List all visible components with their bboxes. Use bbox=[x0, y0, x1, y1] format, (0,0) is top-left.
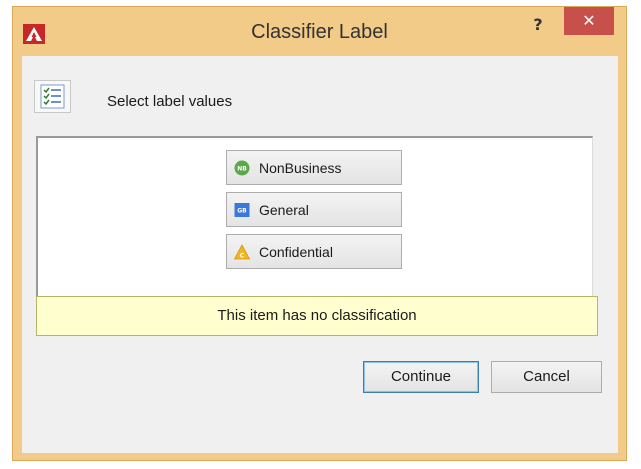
continue-button[interactable]: Continue bbox=[363, 361, 479, 393]
label-button-confidential[interactable]: C Confidential bbox=[226, 234, 402, 269]
checklist-icon bbox=[34, 80, 71, 113]
dialog-body: Select label values NB NonBusiness GB Ge… bbox=[22, 56, 618, 453]
label-name: Confidential bbox=[259, 244, 333, 260]
label-button-general[interactable]: GB General bbox=[226, 192, 402, 227]
classification-status: This item has no classification bbox=[36, 296, 598, 336]
label-button-nonbusiness[interactable]: NB NonBusiness bbox=[226, 150, 402, 185]
label-name: NonBusiness bbox=[259, 160, 342, 176]
svg-text:GB: GB bbox=[237, 208, 247, 215]
classifier-label-dialog: Classifier Label ? ✕ Select label values… bbox=[12, 6, 627, 461]
close-button[interactable]: ✕ bbox=[564, 7, 614, 35]
help-button[interactable]: ? bbox=[523, 11, 553, 41]
svg-text:C: C bbox=[240, 253, 245, 260]
confidential-icon: C bbox=[234, 244, 250, 260]
cancel-button[interactable]: Cancel bbox=[491, 361, 602, 393]
select-label-prompt: Select label values bbox=[107, 93, 233, 110]
title-bar[interactable]: Classifier Label ? ✕ bbox=[13, 7, 626, 57]
nonbusiness-icon: NB bbox=[234, 160, 250, 176]
svg-text:NB: NB bbox=[237, 166, 247, 173]
label-name: General bbox=[259, 202, 309, 218]
label-values-panel: NB NonBusiness GB General C Confidential bbox=[36, 136, 593, 321]
general-icon: GB bbox=[234, 203, 250, 217]
